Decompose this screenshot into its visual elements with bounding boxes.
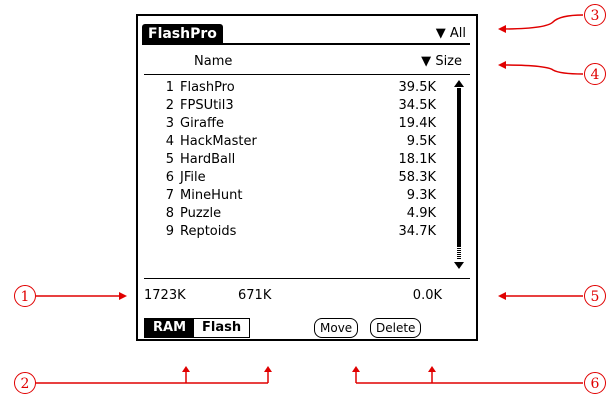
- annotation-marker-3: 3: [584, 4, 606, 26]
- arrow-3-head: [498, 25, 506, 33]
- annotation-arrows: [36, 14, 584, 384]
- annotation-marker-6: 6: [584, 372, 606, 394]
- arrow-2b-head: [264, 366, 272, 372]
- arrow-6b-head: [428, 366, 436, 372]
- annotation-marker-1: 1: [14, 285, 36, 307]
- annotation-marker-2: 2: [14, 372, 36, 394]
- arrow-2a-head: [182, 366, 190, 372]
- arrow-4-line: [499, 64, 584, 75]
- arrow-3-line: [499, 14, 584, 30]
- arrow-5-head: [498, 292, 506, 300]
- annotation-marker-4: 4: [584, 63, 606, 85]
- arrow-6a-head: [352, 366, 360, 372]
- arrow-1-head: [119, 292, 127, 300]
- arrow-4-head: [498, 61, 506, 69]
- annotation-marker-5: 5: [584, 285, 606, 307]
